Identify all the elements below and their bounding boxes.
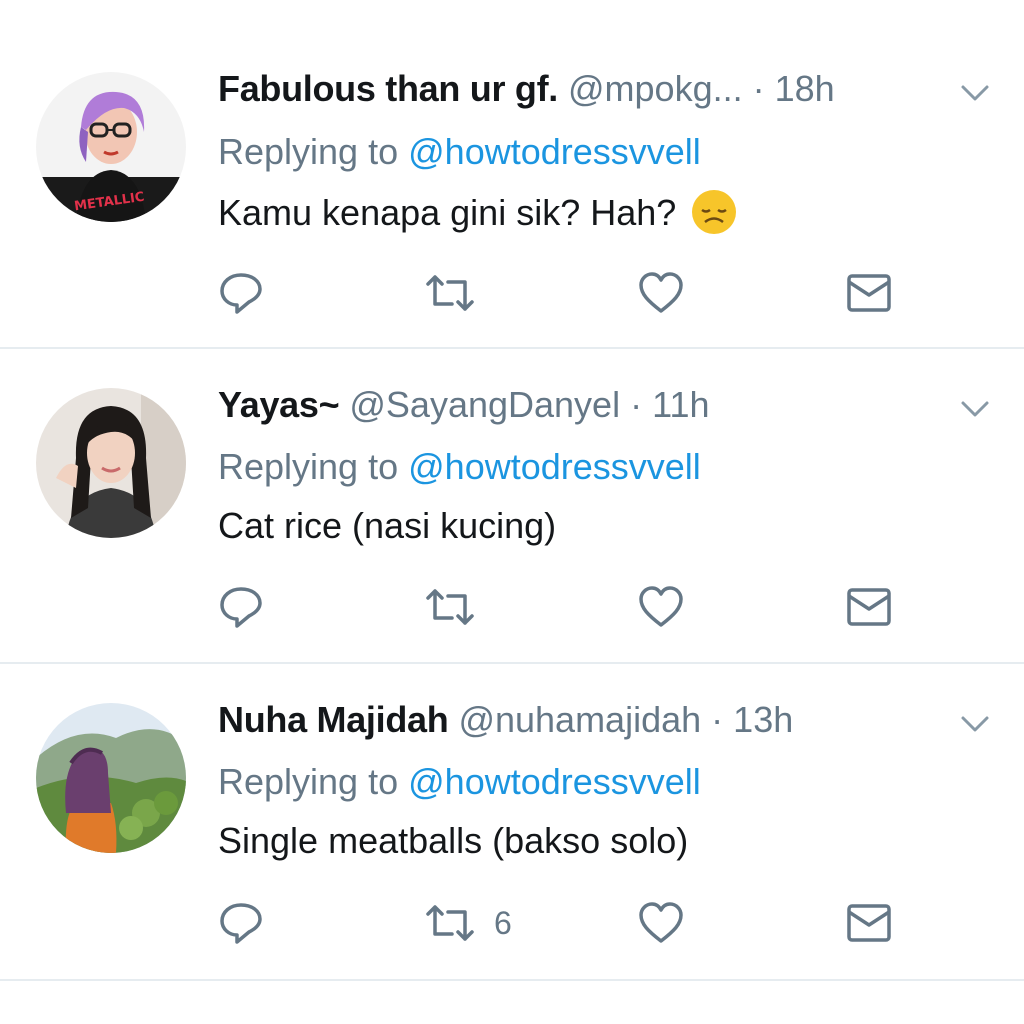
replying-to-label: Replying to [218,446,399,487]
display-name[interactable]: Yayas~ [218,384,340,425]
avatar-image [36,388,186,538]
chevron-down-icon[interactable] [955,709,995,739]
tweet-actions: 6 [0,898,1024,948]
reply-button[interactable] [216,582,266,632]
heart-icon [639,902,683,943]
tweet-text-content: Cat rice (nasi kucing) [218,505,557,546]
display-name[interactable]: Fabulous than ur gf. [218,68,558,109]
timestamp[interactable]: 13h [733,699,793,740]
tweet-text-content: Kamu kenapa gini sik? Hah? [218,192,677,233]
reply-icon [220,587,262,628]
retweet-icon [426,275,474,311]
avatar[interactable] [36,388,186,538]
timestamp[interactable]: 18h [775,68,835,109]
like-button[interactable] [636,582,686,632]
separator-dot: · [711,699,724,740]
retweet-button[interactable] [422,582,494,632]
envelope-icon [847,588,891,626]
retweet-button[interactable] [422,268,494,318]
separator-dot: · [752,68,765,109]
avatar[interactable]: METALLIC [36,72,186,222]
replying-to-link[interactable]: @howtodressvvell [408,446,701,487]
retweet-icon [426,905,474,941]
tweet-text: Cat rice (nasi kucing) [218,501,556,551]
tweet-text-content: Single meatballs (bakso solo) [218,820,689,861]
username[interactable]: @mpokg... [568,68,743,109]
sad-face-emoji-icon [690,188,738,236]
retweet-button[interactable]: 6 [422,898,512,948]
direct-message-button[interactable] [846,582,892,632]
tweet[interactable]: METALLIC Fabulous than ur gf. @mpokg... … [0,0,1024,348]
tweet-text: Single meatballs (bakso solo) [218,816,688,866]
direct-message-button[interactable] [846,268,892,318]
replying-to-line: Replying to @howtodressvvell [218,757,701,807]
display-name[interactable]: Nuha Majidah [218,699,449,740]
username[interactable]: @SayangDanyel [349,384,620,425]
retweet-icon [426,589,474,625]
retweet-count: 6 [494,904,512,941]
username[interactable]: @nuhamajidah [458,699,701,740]
tweet-header: Yayas~ @SayangDanyel · 11h [218,380,710,430]
heart-icon [639,272,683,313]
replying-to-line: Replying to @howtodressvvell [218,442,701,492]
tweet[interactable]: Nuha Majidah @nuhamajidah · 13h Replying… [0,663,1024,980]
replying-to-link[interactable]: @howtodressvvell [408,131,701,172]
envelope-icon [847,904,891,942]
replying-to-label: Replying to [218,761,399,802]
like-button[interactable] [636,268,686,318]
chevron-down-icon[interactable] [955,78,995,108]
tweet[interactable]: Yayas~ @SayangDanyel · 11h Replying to @… [0,348,1024,663]
chevron-down-icon[interactable] [955,394,995,424]
reply-button[interactable] [216,268,266,318]
reply-icon [220,903,262,944]
separator-dot: · [630,384,643,425]
avatar-image: METALLIC [36,72,186,222]
avatar[interactable] [36,703,186,853]
like-button[interactable] [636,898,686,948]
replying-to-line: Replying to @howtodressvvell [218,127,701,177]
tweet-actions [0,582,1024,632]
tweet-header: Nuha Majidah @nuhamajidah · 13h [218,695,793,745]
replying-to-link[interactable]: @howtodressvvell [408,761,701,802]
divider [0,979,1024,981]
envelope-icon [847,274,891,312]
replying-to-label: Replying to [218,131,399,172]
direct-message-button[interactable] [846,898,892,948]
timestamp[interactable]: 11h [652,384,709,425]
reply-icon [220,273,262,314]
tweet-text: Kamu kenapa gini sik? Hah? [218,188,738,239]
reply-button[interactable] [216,898,266,948]
tweet-header: Fabulous than ur gf. @mpokg... · 18h [218,64,835,114]
tweet-actions [0,268,1024,318]
avatar-image [36,703,186,853]
heart-icon [639,586,683,627]
